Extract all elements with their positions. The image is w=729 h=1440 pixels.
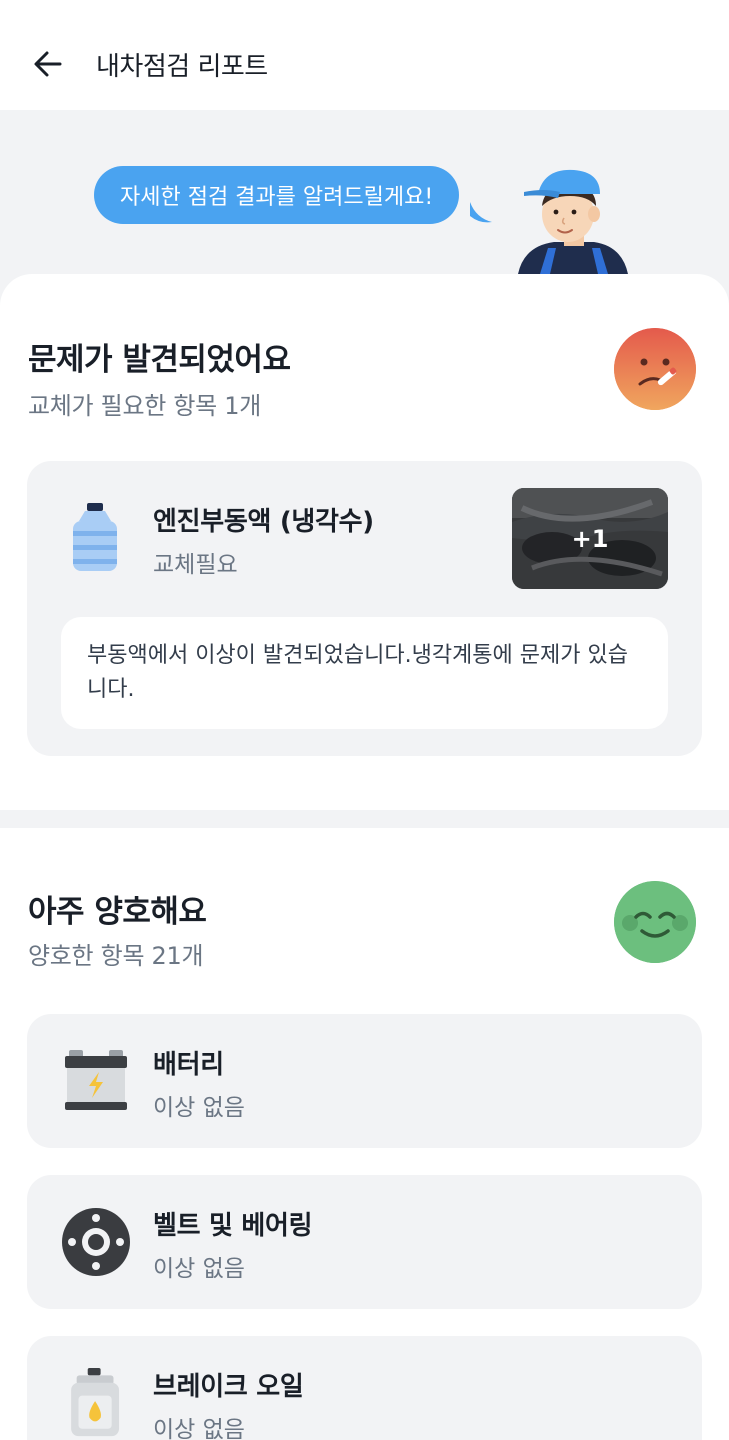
speech-bubble-tail xyxy=(470,202,492,223)
hero-banner: 자세한 점검 결과를 알려드릴게요! xyxy=(0,110,729,290)
problem-section: 문제가 발견되었어요 교체가 필요한 항목 1개 엔진부동액 (냉각수) 교체필… xyxy=(0,274,729,810)
arrow-left-icon xyxy=(34,51,62,77)
issue-item-name: 엔진부동액 (냉각수) xyxy=(153,507,374,537)
issue-item-status: 교체필요 xyxy=(153,552,238,578)
issue-description: 부동액에서 이상이 발견되었습니다.냉각계통에 문제가 있습니다. xyxy=(61,617,668,729)
issue-item-card[interactable]: 엔진부동액 (냉각수) 교체필요 +1 부동액에서 이상이 발견되었습니다.냉각… xyxy=(27,461,702,756)
page-title: 내차점검 리포트 xyxy=(96,52,268,82)
speech-bubble: 자세한 점검 결과를 알려드릴게요! xyxy=(94,166,460,224)
good-item-battery[interactable]: 배터리 이상 없음 xyxy=(27,1014,702,1148)
good-section-subtitle: 양호한 항목 21개 xyxy=(28,942,204,970)
issue-photo-thumbnail[interactable]: +1 xyxy=(512,488,668,589)
good-item-status: 이상 없음 xyxy=(153,1417,245,1440)
good-item-belt-bearing[interactable]: 벨트 및 베어링 이상 없음 xyxy=(27,1175,702,1309)
good-item-status: 이상 없음 xyxy=(153,1095,245,1121)
good-section-title: 아주 양호해요 xyxy=(28,894,207,930)
back-button[interactable] xyxy=(28,44,68,84)
battery-icon xyxy=(65,1050,127,1110)
happy-face-icon xyxy=(614,881,696,963)
problem-section-subtitle: 교체가 필요한 항목 1개 xyxy=(28,392,261,420)
good-item-status: 이상 없음 xyxy=(153,1256,245,1282)
good-item-name: 배터리 xyxy=(153,1050,224,1080)
good-item-name: 브레이크 오일 xyxy=(153,1372,304,1402)
problem-section-title: 문제가 발견되었어요 xyxy=(28,342,291,378)
sick-face-icon xyxy=(614,328,696,410)
mechanic-illustration xyxy=(518,169,628,274)
water-bottle-icon xyxy=(73,503,117,571)
bearing-icon xyxy=(62,1208,130,1276)
good-item-name: 벨트 및 베어링 xyxy=(153,1211,313,1241)
app-header: 내차점검 리포트 xyxy=(0,0,729,110)
good-section: 아주 양호해요 양호한 항목 21개 배터리 이상 없음 벨트 및 베어링 이상… xyxy=(0,828,729,1440)
photo-count-badge: +1 xyxy=(571,524,609,553)
good-item-brake-oil[interactable]: 브레이크 오일 이상 없음 xyxy=(27,1336,702,1440)
oil-can-icon xyxy=(71,1368,120,1437)
